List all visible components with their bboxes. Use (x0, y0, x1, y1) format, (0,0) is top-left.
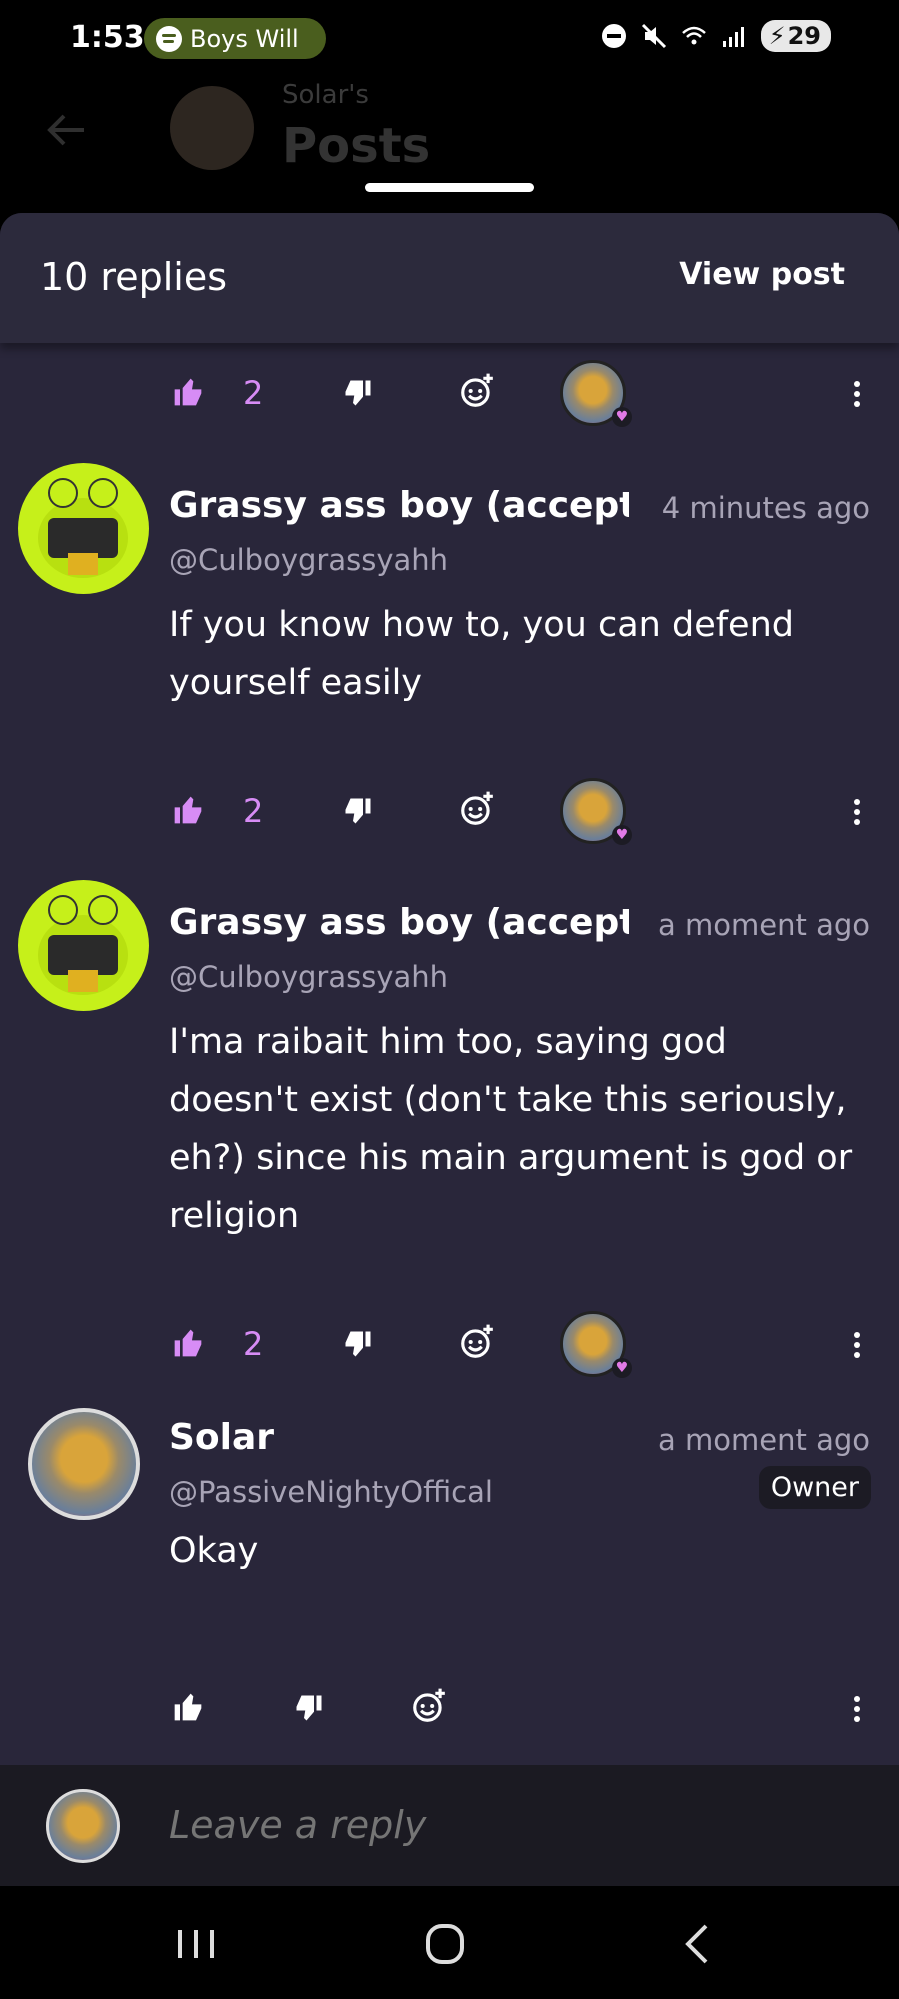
heart-icon: ♥ (612, 825, 632, 845)
avatar[interactable] (18, 880, 149, 1011)
view-post-button[interactable]: View post (679, 257, 845, 292)
media-title: Boys Will (190, 24, 299, 53)
nav-back-icon[interactable] (668, 1922, 728, 1966)
frog-avatar-image (38, 478, 128, 578)
thumbs-down-icon[interactable] (343, 378, 373, 408)
comment-actions (0, 1675, 899, 1745)
status-bar: 1:53 Boys Will ⚡ 29 (0, 0, 899, 80)
sheet-drag-handle[interactable] (365, 183, 534, 192)
heart-icon: ♥ (612, 1358, 632, 1378)
mute-icon (641, 23, 666, 49)
more-vertical-icon[interactable] (853, 798, 861, 826)
comment-item: Solar a moment ago @PassiveNightyOffical… (0, 1408, 899, 1673)
like-count: 2 (243, 374, 264, 412)
clock: 1:53 (70, 20, 145, 55)
add-reaction-icon[interactable] (458, 1323, 496, 1361)
timestamp: a moment ago (658, 908, 870, 942)
sheet-header: 10 replies View post (0, 213, 899, 343)
comment-body: If you know how to, you can defend yours… (169, 605, 794, 703)
thumbs-down-icon[interactable] (343, 1329, 373, 1359)
author-name[interactable]: Grassy ass boy (accept t (169, 902, 629, 943)
back-arrow-icon (47, 114, 84, 146)
signal-icon (722, 27, 744, 47)
like-count: 2 (243, 1325, 264, 1363)
avatar[interactable] (28, 1408, 140, 1520)
charging-icon: ⚡ (768, 22, 786, 50)
reply-bar (0, 1765, 899, 1886)
replies-count: 10 replies (40, 255, 228, 299)
spotify-icon (156, 25, 182, 52)
add-reaction-icon[interactable] (458, 790, 496, 828)
author-name[interactable]: Solar (169, 1417, 629, 1458)
avatar (170, 86, 254, 170)
thumbs-up-icon[interactable] (172, 1691, 204, 1723)
author-handle: @PassiveNightyOffical (169, 1475, 493, 1509)
status-icons: ⚡ 29 (601, 20, 831, 52)
more-vertical-icon[interactable] (853, 380, 861, 408)
system-nav-bar (0, 1886, 899, 1999)
wifi-icon (681, 26, 706, 45)
battery-level: 29 (787, 22, 821, 50)
comment-actions: 2 ♥ (0, 778, 899, 848)
comment-body: I'ma raibait him too, saying god doesn't… (169, 1022, 853, 1236)
author-handle: @Culboygrassyahh (169, 543, 449, 577)
reply-input[interactable] (169, 1803, 819, 1847)
add-reaction-icon[interactable] (410, 1687, 448, 1725)
more-vertical-icon[interactable] (853, 1331, 861, 1359)
author-name[interactable]: Grassy ass boy (accept t (169, 485, 629, 526)
thumbs-down-icon[interactable] (294, 1693, 324, 1723)
frog-avatar-image (38, 895, 128, 995)
media-indicator[interactable]: Boys Will (144, 18, 326, 59)
author-handle: @Culboygrassyahh (169, 960, 449, 994)
thumbs-up-icon[interactable] (172, 376, 204, 408)
page-subtitle: Solar's (282, 80, 369, 110)
do-not-disturb-icon (601, 24, 626, 48)
comment-actions: 2 ♥ (0, 360, 899, 430)
avatar[interactable] (18, 463, 149, 594)
comment-item: Grassy ass boy (accept t a moment ago @C… (0, 880, 899, 1300)
thumbs-up-icon[interactable] (172, 794, 204, 826)
comment-actions: 2 ♥ (0, 1311, 899, 1381)
comment-body: Okay (169, 1531, 259, 1571)
timestamp: a moment ago (658, 1423, 870, 1457)
page-title: Posts (282, 118, 431, 174)
timestamp: 4 minutes ago (661, 491, 870, 525)
avatar (46, 1789, 120, 1863)
more-vertical-icon[interactable] (853, 1695, 861, 1723)
home-icon[interactable] (415, 1922, 475, 1966)
like-count: 2 (243, 792, 264, 830)
recents-icon[interactable] (166, 1922, 226, 1966)
replies-sheet: 10 replies View post 2 ♥ Grassy ass boy … (0, 213, 899, 1886)
thumbs-down-icon[interactable] (343, 796, 373, 826)
add-reaction-icon[interactable] (458, 372, 496, 410)
owner-badge: Owner (758, 1466, 871, 1509)
battery-indicator: ⚡ 29 (760, 20, 831, 52)
thumbs-up-icon[interactable] (172, 1327, 204, 1359)
heart-icon: ♥ (612, 407, 632, 427)
